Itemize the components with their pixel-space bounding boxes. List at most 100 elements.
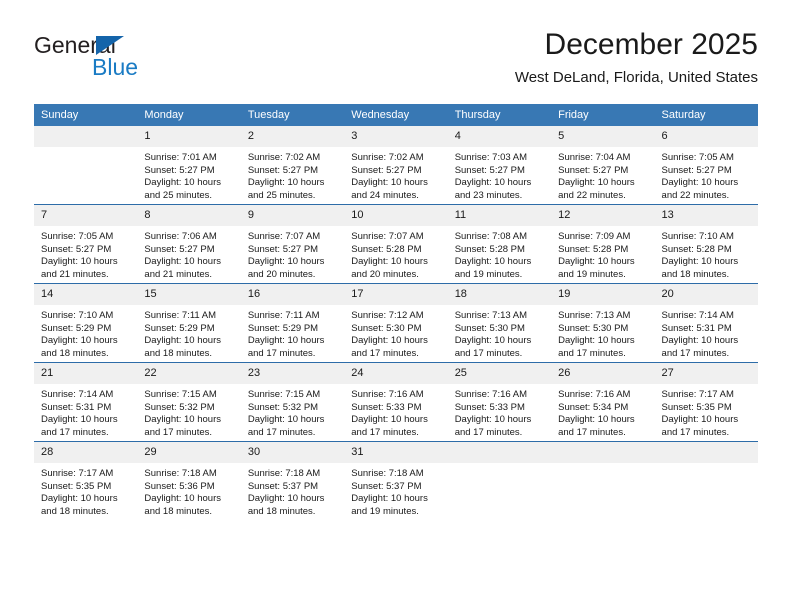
day-number: 17 — [344, 284, 448, 305]
day-cell[interactable]: 17 Sunrise: 7:12 AM Sunset: 5:30 PM Dayl… — [344, 283, 448, 363]
day-cell[interactable]: 26 Sunrise: 7:16 AM Sunset: 5:34 PM Dayl… — [551, 362, 655, 442]
weekday-header-friday: Friday — [551, 104, 655, 126]
day-cell[interactable]: 6 Sunrise: 7:05 AM Sunset: 5:27 PM Dayli… — [654, 126, 758, 205]
general-blue-logo[interactable]: General Blue — [34, 32, 234, 88]
day-details: Sunrise: 7:11 AM Sunset: 5:29 PM Dayligh… — [137, 305, 240, 360]
day-cell[interactable]: 30 Sunrise: 7:18 AM Sunset: 5:37 PM Dayl… — [240, 441, 345, 520]
daylight-text: Daylight: 10 hours and 19 minutes. — [351, 493, 428, 517]
day-number: 24 — [344, 363, 448, 384]
page-title: December 2025 — [544, 28, 758, 61]
day-cell[interactable]: 22 Sunrise: 7:15 AM Sunset: 5:32 PM Dayl… — [137, 362, 241, 442]
day-cell[interactable]: 19 Sunrise: 7:13 AM Sunset: 5:30 PM Dayl… — [551, 283, 655, 363]
sunset-text: Sunset: 5:33 PM — [454, 401, 525, 413]
day-details: Sunrise: 7:16 AM Sunset: 5:33 PM Dayligh… — [344, 384, 447, 439]
daylight-text: Daylight: 10 hours and 20 minutes. — [247, 256, 325, 280]
day-number — [551, 442, 655, 463]
daylight-text: Daylight: 10 hours and 18 minutes. — [41, 335, 118, 359]
day-number: 15 — [137, 284, 241, 305]
day-cell[interactable]: 7 Sunrise: 7:05 AM Sunset: 5:27 PM Dayli… — [34, 204, 138, 284]
day-cell[interactable]: 24 Sunrise: 7:16 AM Sunset: 5:33 PM Dayl… — [344, 362, 448, 442]
weekday-header-saturday: Saturday — [654, 104, 758, 126]
sunset-text: Sunset: 5:37 PM — [351, 480, 422, 492]
sunrise-text: Sunrise: 7:05 AM — [41, 231, 114, 242]
sunrise-text: Sunrise: 7:01 AM — [144, 152, 217, 163]
day-cell[interactable]: 2 Sunrise: 7:02 AM Sunset: 5:27 PM Dayli… — [240, 126, 345, 205]
logo-text-blue: Blue — [92, 54, 139, 80]
day-number: 23 — [240, 363, 345, 384]
day-number: 29 — [137, 442, 241, 463]
daylight-text: Daylight: 10 hours and 17 minutes. — [558, 335, 635, 359]
sunset-text: Sunset: 5:35 PM — [41, 480, 112, 492]
day-details: Sunrise: 7:15 AM Sunset: 5:32 PM Dayligh… — [241, 384, 344, 439]
sunset-text: Sunset: 5:32 PM — [247, 401, 319, 413]
day-cell[interactable]: 25 Sunrise: 7:16 AM Sunset: 5:33 PM Dayl… — [447, 362, 552, 442]
sunrise-text: Sunrise: 7:10 AM — [661, 231, 734, 242]
day-number: 3 — [344, 126, 448, 147]
day-cell[interactable]: 11 Sunrise: 7:08 AM Sunset: 5:28 PM Dayl… — [447, 204, 552, 284]
day-details: Sunrise: 7:07 AM Sunset: 5:28 PM Dayligh… — [344, 226, 447, 281]
day-cell[interactable]: 14 Sunrise: 7:10 AM Sunset: 5:29 PM Dayl… — [34, 283, 138, 363]
day-number: 4 — [447, 126, 552, 147]
day-number: 31 — [344, 442, 448, 463]
day-number: 16 — [240, 284, 345, 305]
day-cell[interactable]: 12 Sunrise: 7:09 AM Sunset: 5:28 PM Dayl… — [551, 204, 655, 284]
day-details: Sunrise: 7:13 AM Sunset: 5:30 PM Dayligh… — [551, 305, 654, 360]
day-cell[interactable]: 10 Sunrise: 7:07 AM Sunset: 5:28 PM Dayl… — [344, 204, 448, 284]
day-cell — [654, 441, 758, 520]
weekday-header-tuesday: Tuesday — [240, 104, 345, 126]
sunrise-text: Sunrise: 7:18 AM — [351, 468, 424, 479]
day-cell[interactable]: 13 Sunrise: 7:10 AM Sunset: 5:28 PM Dayl… — [654, 204, 758, 284]
day-details: Sunrise: 7:10 AM Sunset: 5:29 PM Dayligh… — [34, 305, 137, 360]
day-cell[interactable]: 28 Sunrise: 7:17 AM Sunset: 5:35 PM Dayl… — [34, 441, 138, 520]
day-cell[interactable]: 8 Sunrise: 7:06 AM Sunset: 5:27 PM Dayli… — [137, 204, 241, 284]
day-cell[interactable]: 3 Sunrise: 7:02 AM Sunset: 5:27 PM Dayli… — [344, 126, 448, 205]
sunrise-text: Sunrise: 7:13 AM — [454, 310, 528, 321]
calendar-week-row: 21 Sunrise: 7:14 AM Sunset: 5:31 PM Dayl… — [34, 362, 758, 442]
day-cell[interactable]: 20 Sunrise: 7:14 AM Sunset: 5:31 PM Dayl… — [654, 283, 758, 363]
day-cell[interactable]: 15 Sunrise: 7:11 AM Sunset: 5:29 PM Dayl… — [137, 283, 241, 363]
day-details: Sunrise: 7:17 AM Sunset: 5:35 PM Dayligh… — [34, 463, 137, 518]
day-cell[interactable]: 27 Sunrise: 7:17 AM Sunset: 5:35 PM Dayl… — [654, 362, 758, 442]
calendar-week-row: 28 Sunrise: 7:17 AM Sunset: 5:35 PM Dayl… — [34, 441, 758, 520]
day-cell — [447, 441, 552, 520]
day-details: Sunrise: 7:16 AM Sunset: 5:34 PM Dayligh… — [551, 384, 654, 439]
weekday-header-wednesday: Wednesday — [344, 104, 448, 126]
daylight-text: Daylight: 10 hours and 17 minutes. — [41, 414, 118, 438]
sunrise-sunset-calendar: Sunday Monday Tuesday Wednesday Thursday… — [34, 104, 758, 520]
sunrise-text: Sunrise: 7:18 AM — [247, 468, 321, 479]
day-cell[interactable]: 9 Sunrise: 7:07 AM Sunset: 5:27 PM Dayli… — [240, 204, 345, 284]
day-details: Sunrise: 7:18 AM Sunset: 5:36 PM Dayligh… — [137, 463, 240, 518]
day-number: 27 — [654, 363, 758, 384]
weekday-header-thursday: Thursday — [447, 104, 552, 126]
day-number: 1 — [137, 126, 241, 147]
daylight-text: Daylight: 10 hours and 21 minutes. — [41, 256, 118, 280]
sunrise-text: Sunrise: 7:15 AM — [247, 389, 321, 400]
day-cell[interactable]: 29 Sunrise: 7:18 AM Sunset: 5:36 PM Dayl… — [137, 441, 241, 520]
sunrise-text: Sunrise: 7:10 AM — [41, 310, 114, 321]
sunrise-text: Sunrise: 7:14 AM — [661, 310, 734, 321]
day-number — [654, 442, 758, 463]
day-cell[interactable]: 21 Sunrise: 7:14 AM Sunset: 5:31 PM Dayl… — [34, 362, 138, 442]
day-cell[interactable]: 16 Sunrise: 7:11 AM Sunset: 5:29 PM Dayl… — [240, 283, 345, 363]
day-details: Sunrise: 7:11 AM Sunset: 5:29 PM Dayligh… — [241, 305, 344, 360]
calendar-week-row: 7 Sunrise: 7:05 AM Sunset: 5:27 PM Dayli… — [34, 204, 758, 284]
sunrise-text: Sunrise: 7:07 AM — [351, 231, 424, 242]
sunset-text: Sunset: 5:28 PM — [454, 243, 525, 255]
day-cell[interactable]: 18 Sunrise: 7:13 AM Sunset: 5:30 PM Dayl… — [447, 283, 552, 363]
day-number: 12 — [551, 205, 655, 226]
sunset-text: Sunset: 5:28 PM — [661, 243, 732, 255]
sunset-text: Sunset: 5:27 PM — [41, 243, 112, 255]
sunset-text: Sunset: 5:27 PM — [351, 164, 422, 176]
day-cell[interactable]: 4 Sunrise: 7:03 AM Sunset: 5:27 PM Dayli… — [447, 126, 552, 205]
sunset-text: Sunset: 5:31 PM — [661, 322, 732, 334]
day-cell[interactable]: 31 Sunrise: 7:18 AM Sunset: 5:37 PM Dayl… — [344, 441, 448, 520]
day-number: 9 — [240, 205, 345, 226]
day-cell[interactable]: 23 Sunrise: 7:15 AM Sunset: 5:32 PM Dayl… — [240, 362, 345, 442]
sunrise-text: Sunrise: 7:17 AM — [41, 468, 114, 479]
calendar-body: 1 Sunrise: 7:01 AM Sunset: 5:27 PM Dayli… — [34, 126, 758, 520]
sunset-text: Sunset: 5:34 PM — [558, 401, 629, 413]
day-cell[interactable]: 5 Sunrise: 7:04 AM Sunset: 5:27 PM Dayli… — [551, 126, 655, 205]
sunrise-text: Sunrise: 7:18 AM — [144, 468, 217, 479]
sunset-text: Sunset: 5:29 PM — [247, 322, 319, 334]
day-cell[interactable]: 1 Sunrise: 7:01 AM Sunset: 5:27 PM Dayli… — [137, 126, 241, 205]
